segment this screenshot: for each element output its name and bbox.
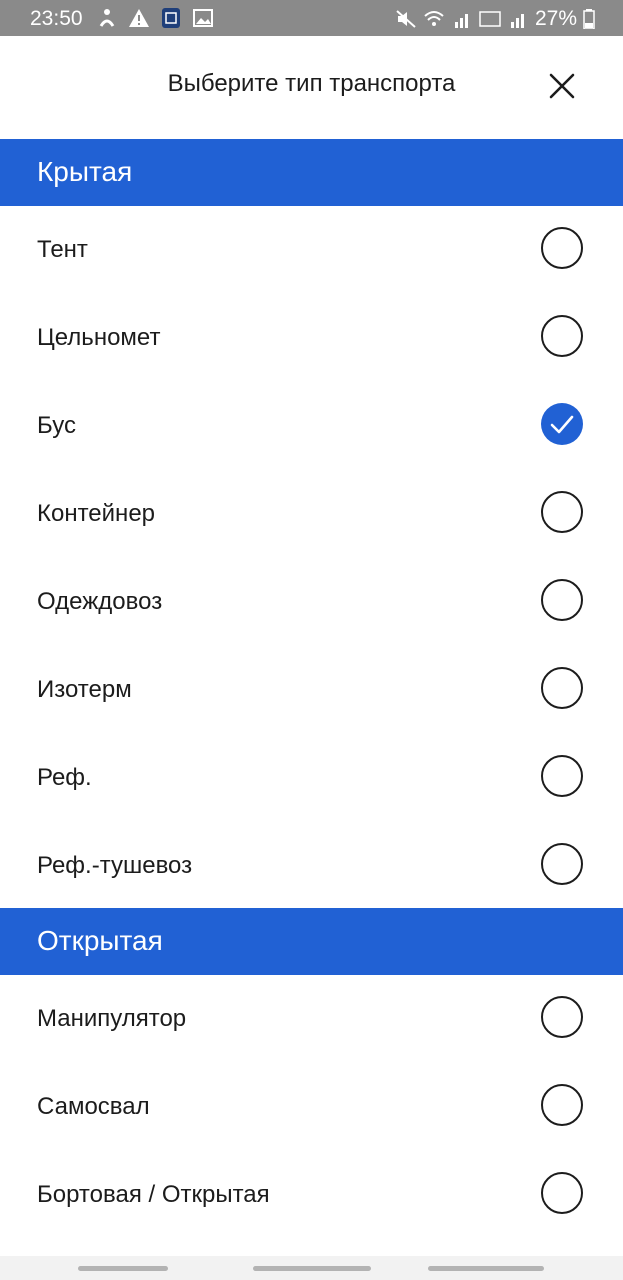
option-label: Контейнер	[37, 500, 156, 527]
radio-button[interactable]	[541, 996, 583, 1038]
dialog-header: Выберите тип транспорта	[0, 36, 623, 138]
section-title: Открытая	[37, 925, 163, 956]
option-row-dump-truck[interactable]: Самосвал	[0, 1063, 623, 1151]
volte-icon	[479, 11, 501, 27]
radio-button[interactable]	[541, 491, 583, 533]
mute-icon	[396, 10, 416, 28]
option-row-ref-carcass[interactable]: Реф.-тушевоз	[0, 822, 623, 910]
nav-home-handle[interactable]	[253, 1266, 371, 1271]
radio-button[interactable]	[541, 227, 583, 269]
radio-button[interactable]	[541, 843, 583, 885]
option-label: Самосвал	[37, 1093, 150, 1120]
warning-icon	[129, 9, 149, 27]
navigation-bar	[0, 1256, 623, 1280]
option-row-container[interactable]: Контейнер	[0, 470, 623, 558]
radio-button[interactable]	[541, 1084, 583, 1126]
option-label: Бус	[37, 412, 76, 439]
page-title: Выберите тип транспорта	[167, 70, 456, 97]
option-label: Реф.	[37, 764, 92, 791]
radio-button[interactable]	[541, 315, 583, 357]
checkmark-icon	[550, 415, 574, 434]
option-label: Реф.-тушевоз	[37, 852, 193, 879]
radio-button[interactable]	[541, 755, 583, 797]
option-label: Цельномет	[37, 324, 161, 351]
status-time: 23:50	[30, 7, 83, 30]
image-icon	[193, 9, 213, 27]
battery-icon	[583, 9, 595, 29]
status-right-icons: 27%	[395, 7, 595, 31]
close-icon	[549, 73, 575, 99]
section-header-open: Открытая	[0, 908, 623, 975]
option-row-tent[interactable]: Тент	[0, 206, 623, 294]
app-icon	[162, 8, 180, 28]
signal-icon	[510, 14, 524, 28]
signal-icon	[454, 14, 468, 28]
option-label: Манипулятор	[37, 1005, 187, 1032]
radio-button[interactable]	[541, 579, 583, 621]
option-label: Изотерм	[37, 676, 132, 703]
option-row-ref[interactable]: Реф.	[0, 734, 623, 822]
option-label: Бортовая / Открытая	[37, 1181, 270, 1208]
close-button[interactable]	[540, 64, 584, 108]
option-row-garment[interactable]: Одеждовоз	[0, 558, 623, 646]
radio-button-checked[interactable]	[541, 403, 583, 445]
option-row-solid-metal[interactable]: Цельномет	[0, 294, 623, 382]
status-left-icons	[96, 8, 214, 28]
radio-button[interactable]	[541, 667, 583, 709]
wifi-icon	[424, 11, 444, 26]
option-label: Тент	[37, 236, 88, 263]
accessibility-icon	[99, 9, 115, 27]
option-row-manipulator[interactable]: Манипулятор	[0, 975, 623, 1063]
status-bar: 23:50 27%	[0, 0, 623, 36]
battery-percent: 27%	[534, 7, 577, 30]
radio-button[interactable]	[541, 1172, 583, 1214]
option-row-bus[interactable]: Бус	[0, 382, 623, 470]
option-row-flatbed[interactable]: Бортовая / Открытая	[0, 1151, 623, 1239]
option-row-isotherm[interactable]: Изотерм	[0, 646, 623, 734]
section-header-covered: Крытая	[0, 139, 623, 206]
nav-back-handle[interactable]	[428, 1266, 544, 1271]
section-title: Крытая	[37, 156, 133, 187]
option-label: Одеждовоз	[37, 588, 163, 615]
nav-recents-handle[interactable]	[78, 1266, 168, 1271]
